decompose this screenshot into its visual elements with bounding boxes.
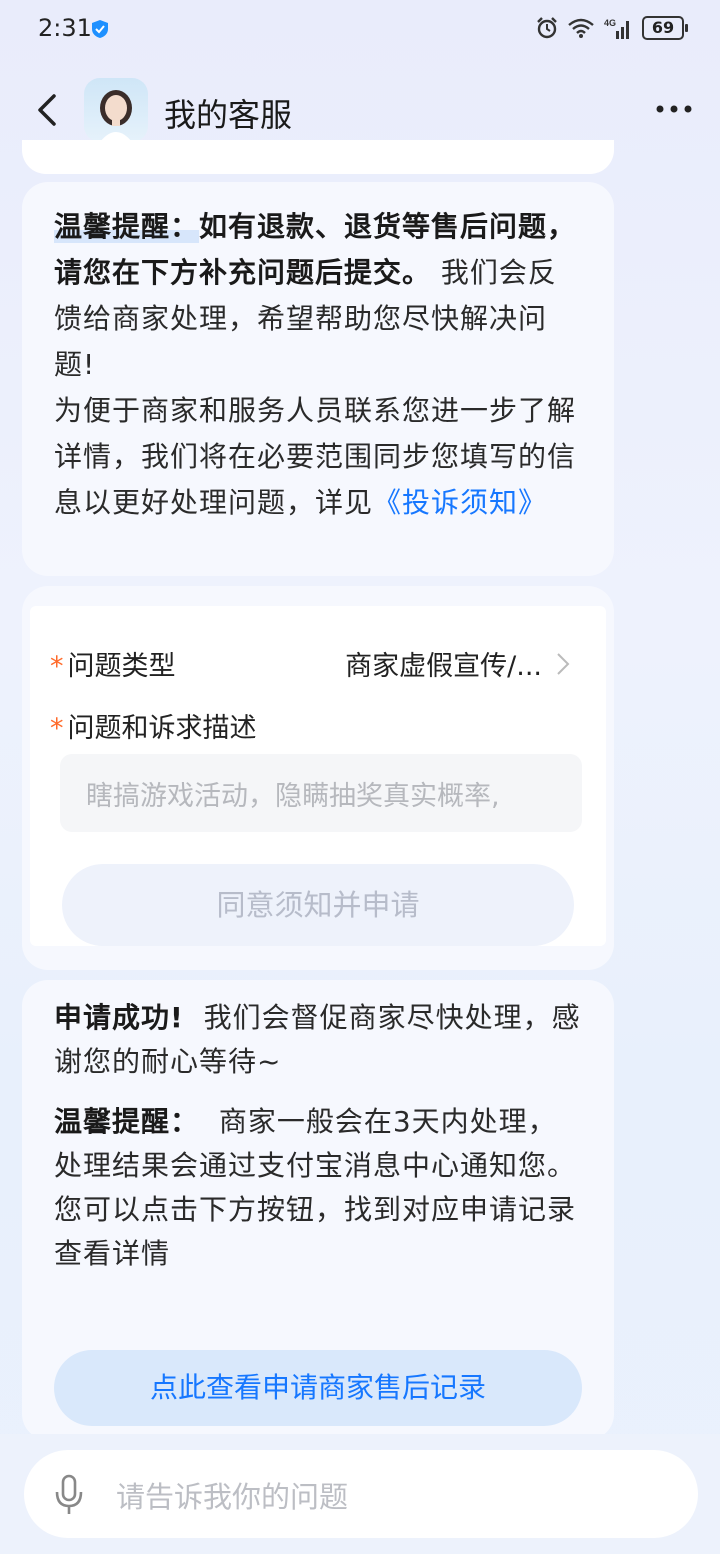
complaint-form-card: * 问题类型 商家虚假宣传/... * 问题和诉求描述 瞎搞游戏活动，隐瞒抽奖真实概… xyxy=(22,586,614,970)
notice-card: 温馨提醒：如有退款、退货等售后问题，请您在下方补充问题后提交。 我们会反馈给商家… xyxy=(22,182,614,576)
question-input-placeholder: 请告诉我你的问题 xyxy=(116,1480,349,1514)
success-card: 申请成功! 我们会督促商家尽快处理，感谢您的耐心等待~ 温馨提醒： 商家一般会在… xyxy=(22,980,614,1440)
description-label-text: 问题和诉求描述 xyxy=(67,713,257,744)
cellular-signal-icon: 4G xyxy=(604,18,629,39)
assistant-avatar xyxy=(84,78,148,142)
agree-and-apply-button[interactable]: 同意须知并申请 xyxy=(62,864,574,946)
wifi-icon xyxy=(568,18,594,38)
chevron-right-icon xyxy=(557,652,570,675)
success-message: 申请成功! 我们会督促商家尽快处理，感谢您的耐心等待~ xyxy=(54,996,584,1084)
problem-type-selector[interactable]: 商家虚假宣传/... xyxy=(345,644,570,683)
battery-indicator: 69 xyxy=(642,16,688,40)
question-input[interactable]: 请告诉我你的问题 xyxy=(24,1450,698,1538)
page-title: 我的客服 xyxy=(164,96,293,134)
complaint-notice-link[interactable]: 《投诉须知》 xyxy=(373,486,547,519)
success-title: 申请成功! xyxy=(54,1001,184,1034)
network-type-label: 4G xyxy=(604,18,616,28)
more-options-icon[interactable] xyxy=(656,94,692,124)
previous-message-card xyxy=(22,140,614,174)
description-label: * 问题和诉求描述 xyxy=(50,706,257,745)
microphone-icon[interactable] xyxy=(54,1474,84,1516)
success-reminder: 温馨提醒： 商家一般会在3天内处理，处理结果会通过支付宝消息中心通知您。 您可以… xyxy=(54,1100,584,1276)
header: 我的客服 xyxy=(0,76,720,146)
success-reminder-label: 温馨提醒： xyxy=(54,1105,200,1138)
status-time: 2:31 xyxy=(38,14,92,42)
required-mark: * xyxy=(50,713,64,744)
input-bar: 请告诉我你的问题 xyxy=(0,1434,720,1554)
alarm-icon xyxy=(537,17,557,39)
problem-type-value: 商家虚假宣传/... xyxy=(345,651,542,682)
security-shield-icon xyxy=(92,20,108,38)
notice-text: 温馨提醒：如有退款、退货等售后问题，请您在下方补充问题后提交。 我们会反馈给商家… xyxy=(54,204,584,526)
description-placeholder: 瞎搞游戏活动，隐瞒抽奖真实概率, xyxy=(86,781,500,812)
success-text3: 您可以点击下方按钮，找到对应申请记录查看详情 xyxy=(54,1193,577,1270)
problem-type-label-text: 问题类型 xyxy=(67,651,176,682)
complaint-form: * 问题类型 商家虚假宣传/... * 问题和诉求描述 瞎搞游戏活动，隐瞒抽奖真实概… xyxy=(30,606,606,946)
back-arrow-icon[interactable] xyxy=(30,90,70,130)
status-bar: 2:31 4G 69 xyxy=(0,0,720,60)
view-after-sale-records-button[interactable]: 点此查看申请商家售后记录 xyxy=(54,1350,582,1426)
description-input[interactable]: 瞎搞游戏活动，隐瞒抽奖真实概率, xyxy=(60,754,582,832)
status-icons: 4G 69 xyxy=(536,16,688,40)
required-mark: * xyxy=(50,651,64,682)
problem-type-label: * 问题类型 xyxy=(50,644,176,683)
notice-label: 温馨提醒： xyxy=(54,210,200,243)
